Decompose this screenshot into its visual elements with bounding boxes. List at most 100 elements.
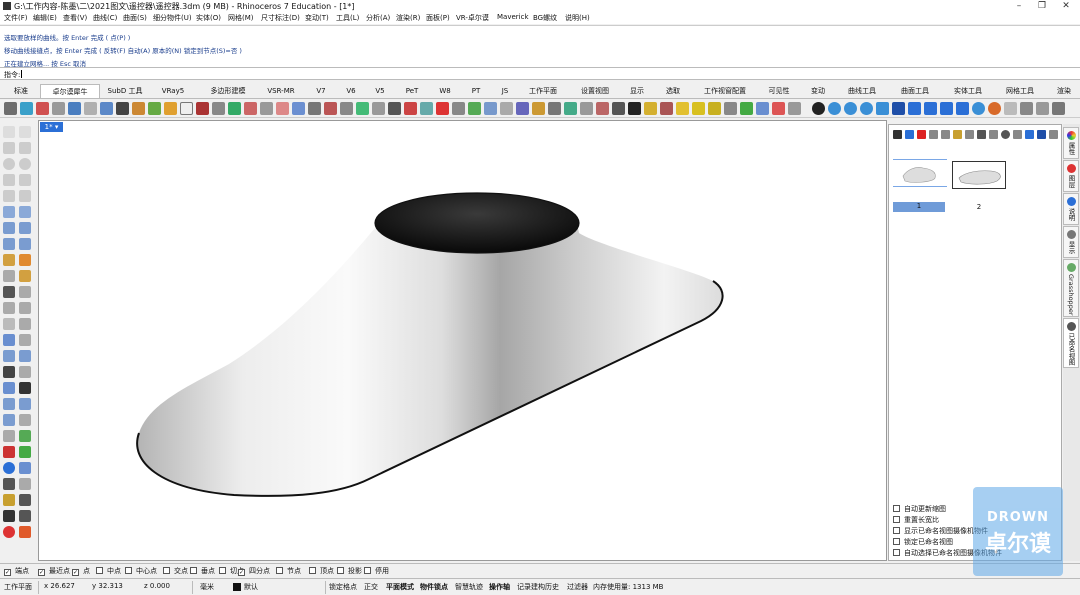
scale-tool-icon[interactable] <box>260 102 273 115</box>
menu-curve[interactable]: 曲线(C) <box>93 13 117 23</box>
render-icon[interactable] <box>3 398 15 410</box>
camera-icon[interactable] <box>19 414 31 426</box>
text-icon[interactable] <box>3 318 15 330</box>
material-icon[interactable] <box>19 398 31 410</box>
grid-view-icon[interactable] <box>1013 130 1022 139</box>
rainbow-tool-icon[interactable] <box>148 102 161 115</box>
named-view-thumb-1[interactable] <box>893 159 947 187</box>
toggle-grid-snap[interactable]: 锁定格点 <box>329 582 357 592</box>
magnet-tool-icon[interactable] <box>1036 102 1049 115</box>
contour-tool-icon[interactable] <box>660 102 673 115</box>
mesh-tool-icon[interactable] <box>68 102 81 115</box>
layer-icon[interactable] <box>3 382 15 394</box>
tab-pet[interactable]: PeT <box>400 84 424 98</box>
display-mode-icon[interactable] <box>19 462 31 474</box>
eye-icon[interactable] <box>1001 130 1010 139</box>
osnap-checkbox[interactable]: ✓ <box>72 569 79 576</box>
array-tool-icon[interactable] <box>292 102 305 115</box>
checkbox[interactable] <box>893 527 900 534</box>
osnap-7[interactable]: 垂点 <box>190 566 215 576</box>
polyline-icon[interactable] <box>3 142 15 154</box>
osnap-checkbox[interactable] <box>309 567 316 574</box>
rectangle-icon[interactable] <box>19 174 31 186</box>
menu-mesh[interactable]: 网格(M) <box>228 13 254 23</box>
osnap-checkbox[interactable] <box>190 567 197 574</box>
patch-tool-icon[interactable] <box>596 102 609 115</box>
tab-visibility[interactable]: 可见性 <box>764 84 794 98</box>
tab-js[interactable]: JS <box>494 84 516 98</box>
minimize-button[interactable]: – <box>1007 0 1031 12</box>
checkbox[interactable] <box>893 538 900 545</box>
osnap-checkbox[interactable]: ✓ <box>238 569 245 576</box>
circle-icon[interactable] <box>3 158 15 170</box>
tab-zhuoermo[interactable]: 卓尔谟犀牛 <box>40 84 100 98</box>
osnap-checkbox[interactable] <box>163 567 170 574</box>
toggle-osnap[interactable]: 物件锁点 <box>420 582 448 592</box>
cylinder-tool-icon[interactable] <box>100 102 113 115</box>
monitor-icon[interactable] <box>1037 130 1046 139</box>
osnap-1[interactable]: ✓ 端点 <box>4 566 29 576</box>
flow-tool-icon[interactable] <box>484 102 497 115</box>
thumb-label-2[interactable]: 2 <box>952 203 1006 211</box>
gmail-icon[interactable] <box>19 526 31 538</box>
shield-tool-icon[interactable] <box>1020 102 1033 115</box>
checkbox[interactable] <box>893 516 900 523</box>
match-tool-icon[interactable] <box>580 102 593 115</box>
print-icon[interactable] <box>19 510 31 522</box>
toggle-gumball[interactable]: 操作轴 <box>489 582 510 592</box>
tab-display[interactable]: 显示 <box>624 84 650 98</box>
sweep-tool-icon[interactable] <box>228 102 241 115</box>
extrude-tool-icon[interactable] <box>52 102 65 115</box>
osnap-3[interactable]: ✓ 点 <box>72 566 90 576</box>
blue-sphere-icon[interactable] <box>860 102 873 115</box>
camera-icon[interactable] <box>977 130 986 139</box>
shell-icon[interactable] <box>19 350 31 362</box>
unroll-tool-icon[interactable] <box>644 102 657 115</box>
menu-edit[interactable]: 编辑(E) <box>33 13 57 23</box>
cross-icon[interactable] <box>3 478 15 490</box>
tab-standard[interactable]: 标准 <box>6 84 36 98</box>
osnap-12[interactable]: 投影 <box>337 566 362 576</box>
tab-v5[interactable]: V5 <box>369 84 391 98</box>
grid-icon[interactable] <box>3 366 15 378</box>
section-tool-icon[interactable] <box>676 102 689 115</box>
shaded-sphere-icon[interactable] <box>972 102 985 115</box>
join-icon[interactable] <box>19 286 31 298</box>
tab-polygon[interactable]: 多边形建模 <box>203 84 253 98</box>
save-icon[interactable] <box>19 494 31 506</box>
join-tool-icon[interactable] <box>340 102 353 115</box>
command-input[interactable]: 指令: <box>0 67 1080 80</box>
cplane-label[interactable]: 工作平面 <box>4 582 32 592</box>
explode-icon[interactable] <box>19 254 31 266</box>
light-icon[interactable] <box>3 414 15 426</box>
tab-subd[interactable]: SubD 工具 <box>103 84 147 98</box>
record-icon[interactable] <box>3 430 15 442</box>
box-tool-icon[interactable] <box>84 102 97 115</box>
osnap-checkbox[interactable] <box>125 567 132 574</box>
box-icon[interactable] <box>3 222 15 234</box>
pin-icon[interactable] <box>3 510 15 522</box>
side-tab-display[interactable]: 显示 <box>1063 226 1079 258</box>
tab-mesh-tools[interactable]: 网格工具 <box>998 84 1042 98</box>
tab-set-view[interactable]: 设置视图 <box>575 84 615 98</box>
osnap-5[interactable]: 中心点 <box>125 566 157 576</box>
menu-solid[interactable]: 实体(O) <box>196 13 221 23</box>
osnap-checkbox[interactable] <box>96 567 103 574</box>
ellipse-icon[interactable] <box>19 158 31 170</box>
light-tool-icon[interactable] <box>772 102 785 115</box>
toggle-record-history[interactable]: 记录建构历史 <box>517 582 559 592</box>
bend-tool-icon[interactable] <box>516 102 529 115</box>
tab-select[interactable]: 选取 <box>660 84 686 98</box>
viewport-box-icon[interactable] <box>924 102 937 115</box>
material-tool-icon[interactable] <box>788 102 801 115</box>
dimension-tool-icon[interactable] <box>692 102 705 115</box>
blue-box-icon[interactable] <box>876 102 889 115</box>
osnap-checkbox[interactable] <box>219 567 226 574</box>
viewport-box-icon[interactable] <box>908 102 921 115</box>
menu-subd[interactable]: 细分物件(U) <box>153 13 192 23</box>
blue-sphere-icon[interactable] <box>828 102 841 115</box>
tab-transform[interactable]: 变动 <box>805 84 831 98</box>
trim-tool-icon[interactable] <box>324 102 337 115</box>
menu-surface[interactable]: 曲面(S) <box>123 13 147 23</box>
polygon-icon[interactable] <box>3 190 15 202</box>
